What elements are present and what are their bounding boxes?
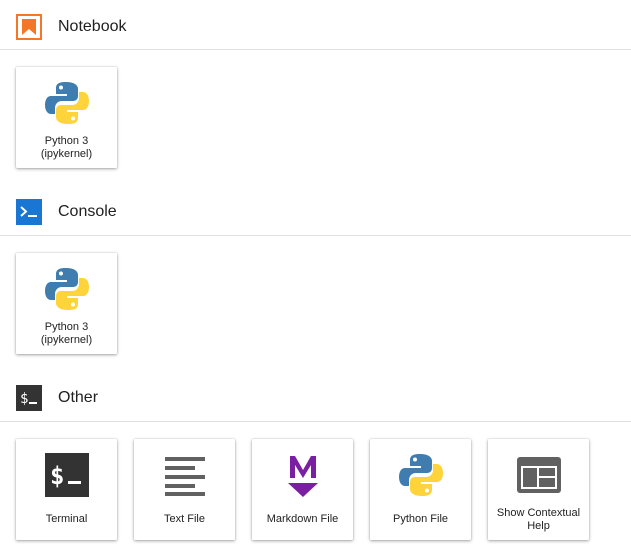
section-divider xyxy=(0,49,631,50)
terminal-card[interactable]: $ Terminal xyxy=(16,439,117,540)
section-header-notebook: Notebook xyxy=(0,7,631,47)
markdown-icon xyxy=(252,449,353,501)
text-lines-icon xyxy=(134,449,235,501)
section-header-console: Console xyxy=(0,192,631,232)
section-header-other: $ Other xyxy=(0,378,631,418)
card-label: Markdown File xyxy=(266,513,339,525)
contextual-help-card[interactable]: Show Contextual Help xyxy=(488,439,589,540)
launcher: Notebook Python 3 (ipykernel) Console Py… xyxy=(0,0,631,558)
python-logo-icon xyxy=(370,449,471,501)
bookmark-icon xyxy=(16,14,42,40)
contextual-help-icon xyxy=(488,449,589,501)
card-label: Terminal xyxy=(45,513,88,525)
section-title-other: Other xyxy=(58,389,99,406)
svg-text:$: $ xyxy=(50,462,64,490)
terminal-icon: $ xyxy=(16,449,117,501)
notebook-python3-card[interactable]: Python 3 (ipykernel) xyxy=(16,67,117,168)
python-logo-icon xyxy=(16,77,117,129)
card-label: Python 3 (ipykernel) xyxy=(40,321,93,346)
card-label: Python File xyxy=(392,513,449,525)
card-label: Show Contextual Help xyxy=(496,507,581,532)
section-divider xyxy=(0,421,631,422)
console-python3-card[interactable]: Python 3 (ipykernel) xyxy=(16,253,117,354)
section-divider xyxy=(0,235,631,236)
python-file-card[interactable]: Python File xyxy=(370,439,471,540)
card-label: Python 3 (ipykernel) xyxy=(40,135,93,160)
card-label: Text File xyxy=(164,513,205,525)
section-title-console: Console xyxy=(58,203,117,220)
console-prompt-icon xyxy=(16,199,42,225)
dollar-terminal-icon: $ xyxy=(16,385,42,411)
section-title-notebook: Notebook xyxy=(58,18,127,35)
python-logo-icon xyxy=(16,263,117,315)
svg-text:$: $ xyxy=(20,391,28,407)
markdown-file-card[interactable]: Markdown File xyxy=(252,439,353,540)
text-file-card[interactable]: Text File xyxy=(134,439,235,540)
